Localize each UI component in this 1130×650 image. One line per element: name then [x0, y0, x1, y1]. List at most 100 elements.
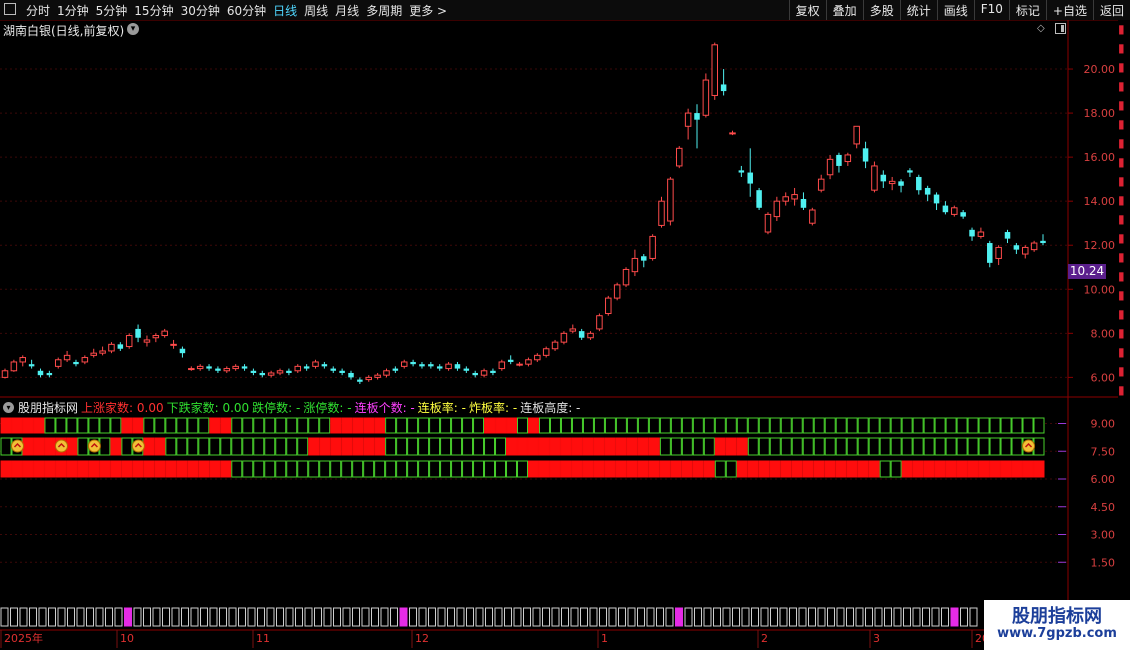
period-tab-9[interactable]: 多周期	[366, 2, 402, 19]
candle-body	[330, 368, 337, 371]
diamond-icon[interactable]: ◇	[1037, 23, 1045, 34]
month-label: 12	[415, 632, 429, 645]
candle-body	[223, 368, 231, 372]
toolbar-action-0[interactable]: 复权	[788, 0, 826, 20]
bottom-bar-block	[779, 607, 788, 627]
candle-body	[862, 148, 869, 162]
candle-body	[578, 331, 585, 338]
indicator-block	[440, 460, 452, 478]
toolbar-action-2[interactable]: 多股	[862, 0, 900, 20]
indicator-block	[209, 437, 221, 456]
menu-square-icon[interactable]	[4, 3, 16, 15]
kline-chart[interactable]: 20.0018.0016.0014.0012.0010.008.006.009.…	[0, 0, 1130, 650]
period-tab-3[interactable]: 15分钟	[134, 2, 173, 19]
indicator-block	[308, 417, 320, 434]
indicator-block	[44, 417, 56, 434]
candle-body	[817, 178, 825, 191]
indicator-block	[780, 437, 792, 456]
indicator-block	[549, 417, 561, 434]
indicator-block	[55, 417, 67, 434]
indicator-block	[286, 437, 298, 456]
indicator-block	[846, 417, 858, 434]
indicator-block	[99, 417, 111, 434]
bottom-bar-block	[950, 607, 959, 627]
candle-body	[348, 372, 354, 378]
side-strip-glyph: ▮	[1118, 136, 1125, 150]
indicator-block	[77, 460, 89, 478]
period-tab-7[interactable]: 周线	[304, 2, 328, 19]
bottom-bar-block	[285, 607, 294, 627]
period-tab-0[interactable]: 分时	[26, 2, 50, 19]
period-tab-8[interactable]: 月线	[335, 2, 359, 19]
bottom-bar-block	[48, 607, 56, 627]
candle-body	[125, 335, 133, 348]
bottom-bar-block	[751, 607, 759, 627]
indicator-block	[330, 437, 342, 456]
indicator-block	[868, 437, 880, 456]
indicator-toggle-icon[interactable]: ▾	[3, 402, 14, 413]
indicator-block	[55, 437, 67, 456]
candle-body	[241, 366, 248, 369]
toolbar-action-3[interactable]: 统计	[899, 0, 937, 20]
indicator-block	[451, 437, 463, 456]
period-tab-10[interactable]: 更多 >	[409, 2, 447, 19]
toolbar-action-5[interactable]: F10	[973, 0, 1009, 20]
indicator-block	[187, 437, 199, 456]
indicator-block	[901, 437, 913, 456]
indicator-block	[681, 460, 693, 478]
indicator-block	[1033, 460, 1045, 478]
indicator-block	[484, 417, 496, 434]
period-tabs: 分时 1分钟 5分钟 15分钟 30分钟 60分钟 日线 周线 月线 多周期 更多 >	[26, 2, 454, 19]
toolbar-action-6[interactable]: 标记	[1008, 0, 1046, 20]
indicator-block	[758, 460, 770, 478]
indicator-field-7: 连板高度: -	[520, 401, 581, 415]
indicator-block	[549, 460, 561, 478]
candle-body	[81, 357, 89, 363]
indicator-block	[374, 437, 386, 456]
indicator-block	[670, 437, 682, 456]
indicator-header: ▾ 股朋指标网 上涨家数: 0.00 下跌家数: 0.00 跌停数: - 涨停数: -…	[3, 399, 583, 416]
bottom-bar-block	[0, 607, 9, 627]
indicator-block	[396, 417, 408, 434]
period-tab-1[interactable]: 1分钟	[57, 2, 89, 19]
toolbar-action-7[interactable]: +自选	[1045, 0, 1093, 20]
window-toggle-icon[interactable]	[1055, 23, 1066, 34]
indicator-block	[517, 437, 528, 456]
candle-body	[596, 315, 603, 330]
bottom-bar-block	[314, 607, 322, 627]
toolbar-action-1[interactable]: 叠加	[825, 0, 863, 20]
indicator-block	[802, 437, 814, 456]
candle-body	[90, 352, 97, 356]
period-tab-6[interactable]: 日线	[273, 2, 297, 19]
indicator-block	[473, 437, 485, 456]
top-toolbar: 分时 1分钟 5分钟 15分钟 30分钟 60分钟 日线 周线 月线 多周期 更多 > 复权 叠加 多股…	[0, 0, 1130, 21]
candle-body	[117, 344, 124, 349]
candle-body	[933, 194, 940, 204]
indicator-block	[934, 417, 946, 434]
candle-body	[622, 268, 630, 286]
price-tick-label: 8.00	[1091, 327, 1116, 340]
title-dropdown-icon[interactable]: ▾	[127, 23, 139, 35]
candle-body	[880, 174, 887, 182]
indicator-block	[538, 417, 550, 434]
current-price-badge: 10.24	[1068, 264, 1106, 279]
indicator-block	[396, 437, 408, 456]
indicator-block	[593, 460, 605, 478]
indicator-block	[593, 417, 605, 434]
period-tab-4[interactable]: 30分钟	[181, 2, 220, 19]
bottom-bar-block	[884, 607, 892, 627]
candle-body	[428, 364, 434, 367]
toolbar-action-8[interactable]: 返回	[1092, 0, 1130, 20]
candle-body	[809, 209, 816, 224]
period-tab-5[interactable]: 60分钟	[227, 2, 266, 19]
period-tab-2[interactable]: 5分钟	[96, 2, 128, 19]
candle-body	[525, 359, 532, 365]
indicator-block	[560, 417, 572, 434]
bottom-bar-block	[665, 607, 674, 627]
toolbar-action-4[interactable]: 画线	[936, 0, 974, 20]
indicator-block	[154, 437, 166, 456]
indicator-block	[418, 460, 430, 478]
indicator-block	[209, 417, 221, 434]
indicator-block	[1011, 437, 1023, 456]
bottom-bar-block	[428, 607, 436, 627]
